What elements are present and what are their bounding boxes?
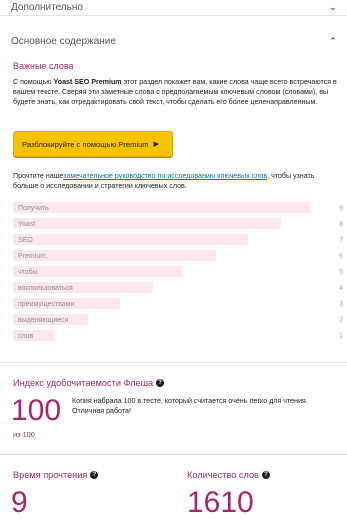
word-row: выделяющиеся 2 <box>13 312 343 328</box>
divider <box>0 362 347 363</box>
advanced-panel-toggle[interactable]: Дополнительно ⌄ <box>0 0 347 16</box>
word-count-title: Количество слов ? <box>187 470 270 480</box>
keyword-research-guide-link[interactable]: замечательное руководство по исследовани… <box>63 172 267 180</box>
word-count: 5 <box>339 268 343 276</box>
basic-panel-toggle[interactable]: Основное содержание ⌃ <box>0 30 347 52</box>
unlock-premium-button[interactable]: Разблокируйте с помощью Premium ▶ <box>13 131 173 157</box>
question-circle-icon[interactable]: ? <box>261 471 270 479</box>
reading-time-title-text: Время прочтения <box>13 470 88 480</box>
word-count: 4 <box>339 284 343 292</box>
divider <box>0 454 347 455</box>
intro-bold: Yoast SEO Premium <box>53 78 122 86</box>
word-label: выделяющиеся <box>18 316 69 324</box>
key-words-heading: Важные слова <box>13 56 341 74</box>
read-prefix: Прочтите наше <box>13 172 64 180</box>
chevron-down-icon: ⌄ <box>329 2 337 12</box>
word-row: преимуществами 3 <box>13 296 343 312</box>
word-row: чтобы 5 <box>13 264 343 280</box>
word-count: 2 <box>339 316 343 324</box>
word-count: 1 <box>339 332 343 340</box>
word-label: воспользоваться <box>18 284 73 292</box>
word-count: 6 <box>339 252 343 260</box>
read-guide-text: Прочтите нашезамечательное руководство п… <box>13 171 341 191</box>
basic-panel-title: Основное содержание <box>11 35 116 47</box>
word-count: 3 <box>339 300 343 308</box>
prominent-words-list: Получить 9 Yoast 8 SEO 7 Premium, 6 чтобы 5 воспол… <box>13 200 343 344</box>
word-label: SEO <box>18 236 33 244</box>
word-label: чтобы <box>18 268 38 276</box>
advanced-panel-title: Дополнительно <box>11 2 83 13</box>
key-words-intro: С помощью Yoast SEO Premium этот раздел … <box>13 77 341 107</box>
question-circle-icon[interactable]: ? <box>90 471 99 479</box>
word-count-value: 1610 <box>187 486 254 519</box>
word-count: 8 <box>339 220 343 228</box>
key-words-title: Важные слова <box>13 61 74 71</box>
flesch-score: 100 <box>11 394 62 427</box>
word-row: Premium, 6 <box>13 248 343 264</box>
word-row: Получить 9 <box>13 200 343 216</box>
flesch-description: Копия набрала 100 в тесте, который счита… <box>72 397 308 415</box>
word-count: 7 <box>339 236 343 244</box>
reading-time-title: Время прочтения ? <box>13 470 99 480</box>
word-label: Yoast <box>18 220 36 228</box>
word-label: слов <box>18 332 34 340</box>
word-row: слов 1 <box>13 328 343 344</box>
reading-time-value: 9 <box>11 486 28 519</box>
word-count-title-text: Количество слов <box>187 470 259 480</box>
word-row: Yoast 8 <box>13 216 343 232</box>
flesch-title: Индекс удобочитаемости Флеша ? <box>13 378 165 388</box>
flesch-title-text: Индекс удобочитаемости Флеша <box>13 378 154 388</box>
caret-right-icon: ▶ <box>153 141 160 148</box>
word-label: преимуществами <box>18 300 75 308</box>
word-row: SEO 7 <box>13 232 343 248</box>
word-count: 9 <box>339 204 343 212</box>
unlock-button-label: Разблокируйте с помощью Premium <box>22 139 149 149</box>
flesch-out-of: из 100 <box>13 430 35 439</box>
word-row: воспользоваться 4 <box>13 280 343 296</box>
chevron-up-icon: ⌃ <box>329 35 337 46</box>
word-label: Premium, <box>18 252 48 260</box>
word-label: Получить <box>18 204 49 212</box>
question-circle-icon[interactable]: ? <box>156 379 165 387</box>
intro-prefix: С помощью <box>13 78 54 86</box>
